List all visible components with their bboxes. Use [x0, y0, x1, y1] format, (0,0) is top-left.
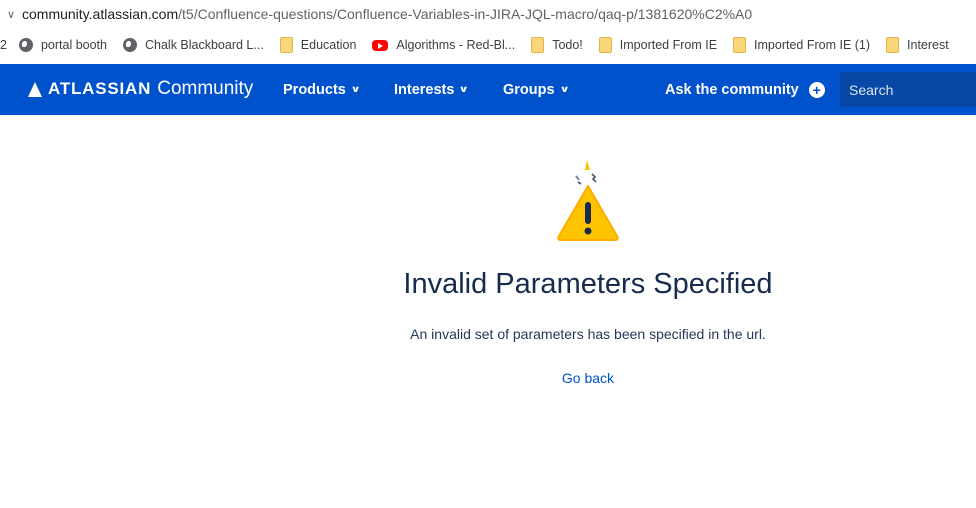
globe-icon: [122, 38, 137, 52]
error-message: An invalid set of parameters has been sp…: [410, 326, 766, 342]
bookmarks-bar: 2 portal booth Chalk Blackboard L... Edu…: [0, 28, 976, 62]
folder-icon: [598, 37, 612, 53]
spark-zigzag-icon: [591, 173, 597, 183]
spark-line-icon: [575, 175, 580, 181]
bookmark-label: portal booth: [40, 38, 107, 52]
warning-icon: [557, 160, 619, 241]
logo-brand: ATLASSIAN: [48, 79, 152, 98]
spark-icon: [585, 160, 590, 170]
chevron-down-icon: ∨: [350, 84, 361, 94]
folder-icon: [531, 37, 545, 53]
ask-community-button[interactable]: Ask the community +: [665, 64, 825, 115]
chevron-down-icon: ∨: [458, 84, 470, 94]
url-path: /t5/Confluence-questions/Confluence-Vari…: [178, 6, 753, 22]
bookmark-education[interactable]: Education: [272, 32, 365, 58]
logo-sub: Community: [157, 78, 254, 99]
chevron-down-icon[interactable]: ∨: [0, 8, 22, 21]
bookmark-label: Interest: [907, 38, 949, 52]
nav-groups[interactable]: Groups ∨: [503, 64, 570, 115]
exclamation-bar-icon: [585, 202, 591, 224]
site-navbar: ATLASSIAN Community Products ∨ Interests…: [0, 64, 976, 115]
bookmark-algorithms[interactable]: Algorithms - Red-Bl...: [364, 32, 523, 58]
folder-icon: [279, 37, 293, 53]
ask-community-label: Ask the community: [665, 81, 799, 98]
plus-circle-icon: +: [808, 81, 825, 98]
nav-products[interactable]: Products ∨: [283, 64, 361, 115]
nav-interests-label: Interests: [394, 81, 455, 98]
address-bar[interactable]: ∨ community.atlassian.com/t5/Confluence-…: [0, 0, 976, 28]
bookmark-label: Chalk Blackboard L...: [144, 38, 264, 52]
nav-groups-label: Groups: [503, 81, 555, 98]
bookmark-imported-from-ie[interactable]: Imported From IE: [591, 32, 725, 58]
bookmark-label: Education: [300, 38, 357, 52]
error-title-text: Invalid Parameters Specified: [403, 268, 773, 300]
bookmark-truncated[interactable]: 2: [0, 32, 11, 58]
bookmark-label: Algorithms - Red-Bl...: [396, 38, 516, 52]
bookmark-label: 2: [0, 38, 7, 52]
bookmark-imported-from-ie-1[interactable]: Imported From IE (1): [725, 32, 878, 58]
bookmark-label: Todo!: [552, 38, 583, 52]
search-box[interactable]: [840, 72, 976, 107]
url-domain: community.atlassian.com: [22, 6, 179, 22]
search-input[interactable]: [849, 81, 969, 98]
chevron-down-icon: ∨: [559, 84, 570, 94]
go-back-link[interactable]: Go back: [200, 370, 976, 386]
globe-icon: [18, 38, 33, 52]
bookmark-todo[interactable]: Todo!: [523, 32, 591, 58]
exclamation-dot-icon: [584, 227, 592, 235]
bookmark-label: Imported From IE: [619, 38, 718, 52]
nav-interests[interactable]: Interests ∨: [394, 64, 470, 115]
bookmark-chalk-blackboard[interactable]: Chalk Blackboard L...: [115, 32, 272, 58]
folder-icon: [886, 37, 900, 53]
bookmark-label: Imported From IE (1): [754, 38, 871, 52]
bookmark-portal-booth[interactable]: portal booth: [11, 32, 115, 58]
atlassian-logo-icon: [28, 81, 42, 97]
spark-dash-icon: [577, 181, 582, 185]
nav-products-label: Products: [283, 81, 346, 98]
folder-icon: [733, 37, 747, 53]
bookmark-interest[interactable]: Interest: [878, 32, 957, 58]
error-title: Invalid Parameters Specified: [0, 268, 976, 301]
atlassian-community-logo[interactable]: ATLASSIAN Community: [28, 78, 253, 100]
youtube-icon: [372, 39, 389, 51]
